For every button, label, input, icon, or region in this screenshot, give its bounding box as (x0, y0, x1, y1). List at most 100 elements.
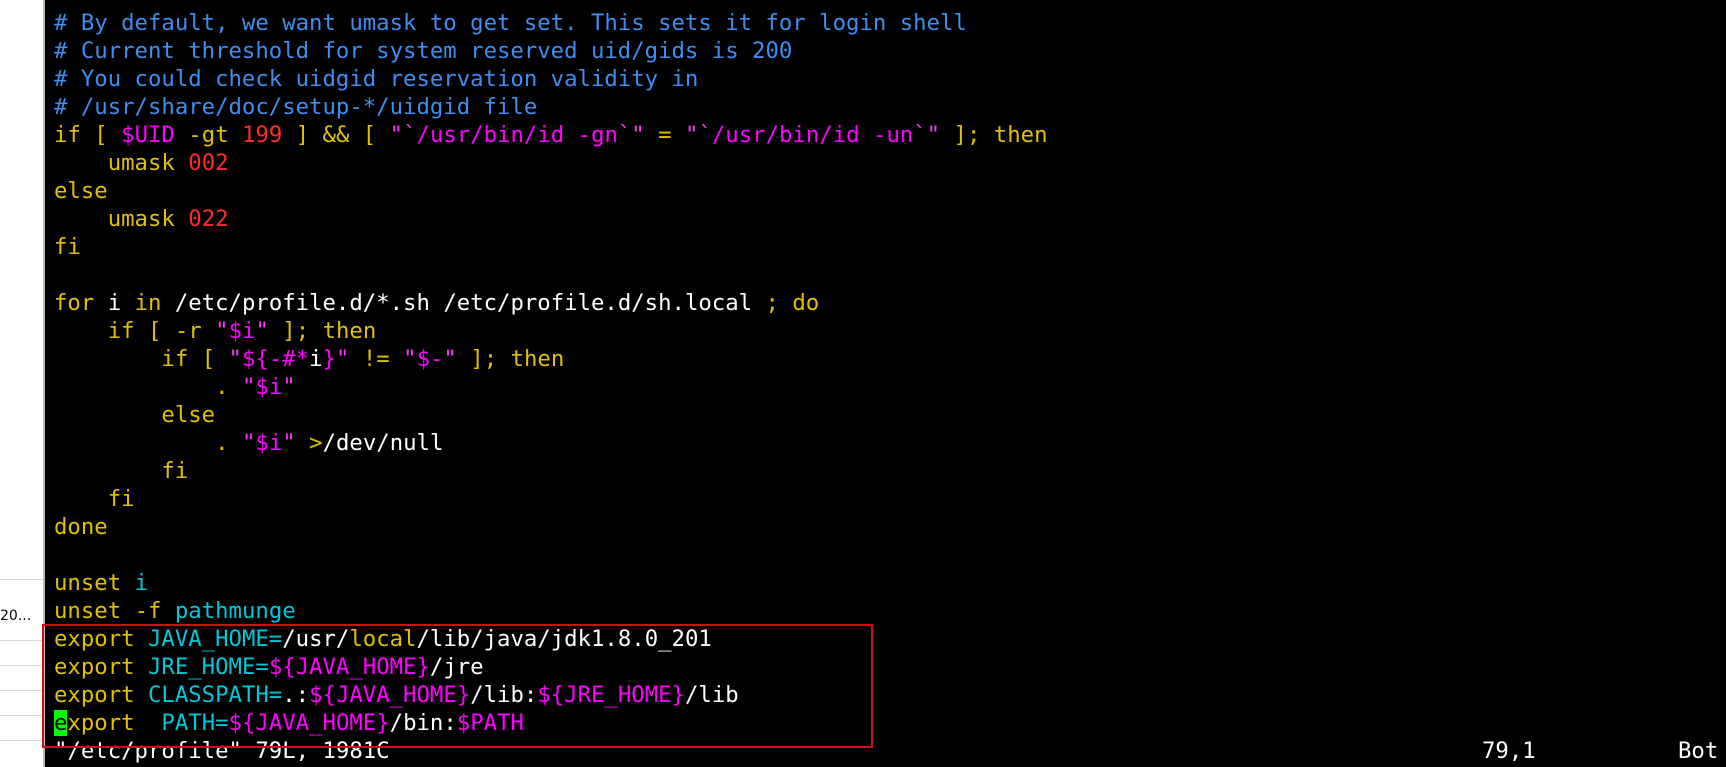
quote: " (255, 318, 269, 344)
code-line-12: if [ -r "$i" ]; then (54, 317, 377, 345)
number-002: 002 (188, 150, 229, 176)
var-uid: $UID (121, 122, 175, 148)
unset-arg: pathmunge (174, 598, 296, 624)
quote-backtick: `" (617, 122, 645, 148)
sidebar-divider (0, 690, 44, 691)
keyword-then: then (993, 122, 1048, 148)
code-line-13: if [ "${-#*i}" != "$-" ]; then (54, 345, 564, 373)
bracket-open: [ (188, 346, 229, 372)
keyword-umask: umask (107, 206, 175, 232)
cmd-id-un: /usr/bin/id -un (711, 122, 914, 148)
var-expansion: ${-#* (241, 346, 310, 372)
sidebar-divider (0, 579, 44, 580)
var-expansion-close: } (322, 346, 336, 372)
code-line-18: fi (54, 485, 135, 513)
code-line-9: fi (54, 234, 81, 260)
keyword-unset: unset (54, 570, 122, 596)
quote: " (403, 346, 417, 372)
op-eq: = (644, 122, 686, 148)
bracket-open: [ (80, 122, 122, 148)
keyword-in: in (134, 290, 162, 316)
var-expansion-i: i (309, 346, 323, 372)
code-line-14: . "$i" (54, 373, 296, 401)
keyword-fi: fi (107, 486, 135, 512)
quote-backtick: `" (913, 122, 941, 148)
quote: " (282, 374, 296, 400)
keyword-umask: umask (107, 150, 175, 176)
keyword-if: if (161, 346, 189, 372)
op-and: ] && [ (282, 122, 390, 148)
keyword-do: do (792, 290, 820, 316)
unset-arg: i (134, 570, 148, 596)
keyword-if: if (107, 318, 135, 344)
var-i: $i (228, 318, 256, 344)
sidebar-divider (0, 640, 44, 641)
bracket-close: ]; (456, 346, 511, 372)
sidebar-divider (0, 665, 44, 666)
keyword-fi: fi (161, 458, 189, 484)
quote: " (443, 346, 457, 372)
code-line-2: # Current threshold for system reserved … (54, 38, 793, 64)
var-dash: $- (416, 346, 444, 372)
var-i: $i (255, 430, 283, 456)
bracket-open: [ (134, 318, 175, 344)
redirect: > (309, 430, 323, 456)
dev-null: /dev/null (322, 430, 444, 456)
keyword-if: if (54, 122, 81, 148)
code-line-6: umask 002 (54, 149, 229, 177)
var-i: $i (255, 374, 283, 400)
code-line-3: # You could check uidgid reservation val… (54, 66, 699, 92)
status-cursor-position: 79,1 (1482, 738, 1536, 764)
keyword-for: for (54, 290, 95, 316)
quote: " (241, 374, 256, 400)
quote: " (215, 318, 229, 344)
semicolon: ; (765, 290, 779, 316)
quote: " (335, 346, 350, 372)
left-sidebar-panel: 20... (0, 0, 45, 767)
code-line-7: else (54, 178, 108, 204)
code-line-19: done (54, 514, 108, 540)
quote: " (241, 430, 256, 456)
code-line-16: . "$i" >/dev/null (54, 429, 443, 457)
status-scroll-position: Bot (1678, 738, 1719, 764)
quote-backtick: "` (389, 122, 417, 148)
cmd-id-gn: /usr/bin/id -gn (416, 122, 618, 148)
loop-var: i (94, 290, 135, 316)
keyword-else: else (161, 402, 216, 428)
keyword-then: then (322, 318, 377, 344)
number-199: 199 (241, 122, 283, 148)
code-line-4: # /usr/share/doc/setup-*/uidgid file (54, 94, 538, 120)
op-ne: != (349, 346, 404, 372)
code-line-15: else (54, 401, 215, 429)
sidebar-divider (0, 740, 44, 741)
code-line-17: fi (54, 457, 188, 485)
code-line-1: # By default, we want umask to get set. … (54, 10, 967, 36)
quote-backtick: "` (685, 122, 712, 148)
sidebar-row-label[interactable]: 20... (0, 608, 31, 624)
flag-f: -f (134, 598, 162, 624)
code-line-8: umask 022 (54, 205, 229, 233)
dot-source: . (215, 430, 229, 456)
number-022: 022 (188, 206, 229, 232)
code-line-22: unset -f pathmunge (54, 597, 296, 625)
bracket-close: ]; (268, 318, 323, 344)
code-line-21: unset i (54, 569, 148, 597)
quote: " (282, 430, 296, 456)
bracket-close: ]; (940, 122, 994, 148)
keyword-unset: unset (54, 598, 122, 624)
